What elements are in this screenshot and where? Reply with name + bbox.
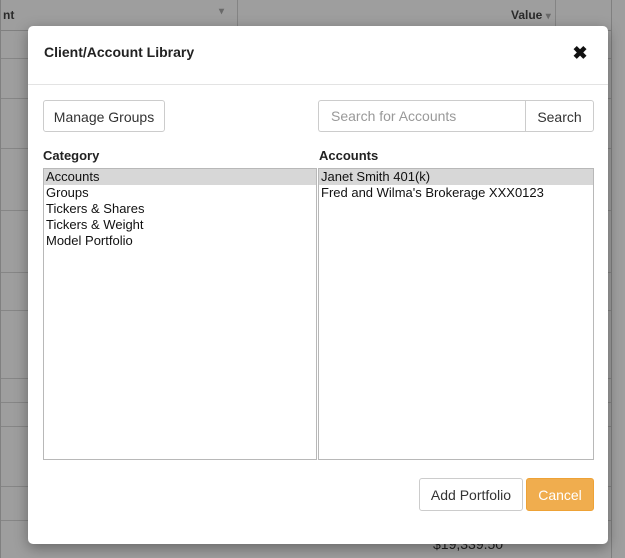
modal-header: Client/Account Library ✖ [28, 26, 608, 85]
manage-groups-button[interactable]: Manage Groups [43, 100, 165, 132]
category-item-groups[interactable]: Groups [44, 185, 316, 201]
category-heading: Category [43, 148, 100, 163]
category-item-tickers-weight[interactable]: Tickers & Weight [44, 217, 316, 233]
modal-title: Client/Account Library [44, 44, 195, 60]
category-item-model-portfolio[interactable]: Model Portfolio [44, 233, 316, 249]
accounts-heading: Accounts [319, 148, 379, 163]
account-item[interactable]: Fred and Wilma's Brokerage XXX0123 [319, 185, 593, 201]
category-item-tickers-shares[interactable]: Tickers & Shares [44, 201, 316, 217]
category-item-accounts[interactable]: Accounts [44, 169, 316, 185]
close-icon[interactable]: ✖ [571, 44, 589, 62]
account-item[interactable]: Janet Smith 401(k) [319, 169, 593, 185]
cancel-button[interactable]: Cancel [526, 478, 594, 511]
search-button[interactable]: Search [525, 100, 594, 132]
accounts-listbox[interactable]: Janet Smith 401(k) Fred and Wilma's Brok… [318, 168, 594, 460]
client-account-library-dialog: Client/Account Library ✖ Manage Groups S… [28, 26, 608, 544]
search-accounts-input[interactable] [318, 100, 526, 132]
category-listbox[interactable]: Accounts Groups Tickers & Shares Tickers… [43, 168, 317, 460]
add-portfolio-button[interactable]: Add Portfolio [419, 478, 523, 511]
